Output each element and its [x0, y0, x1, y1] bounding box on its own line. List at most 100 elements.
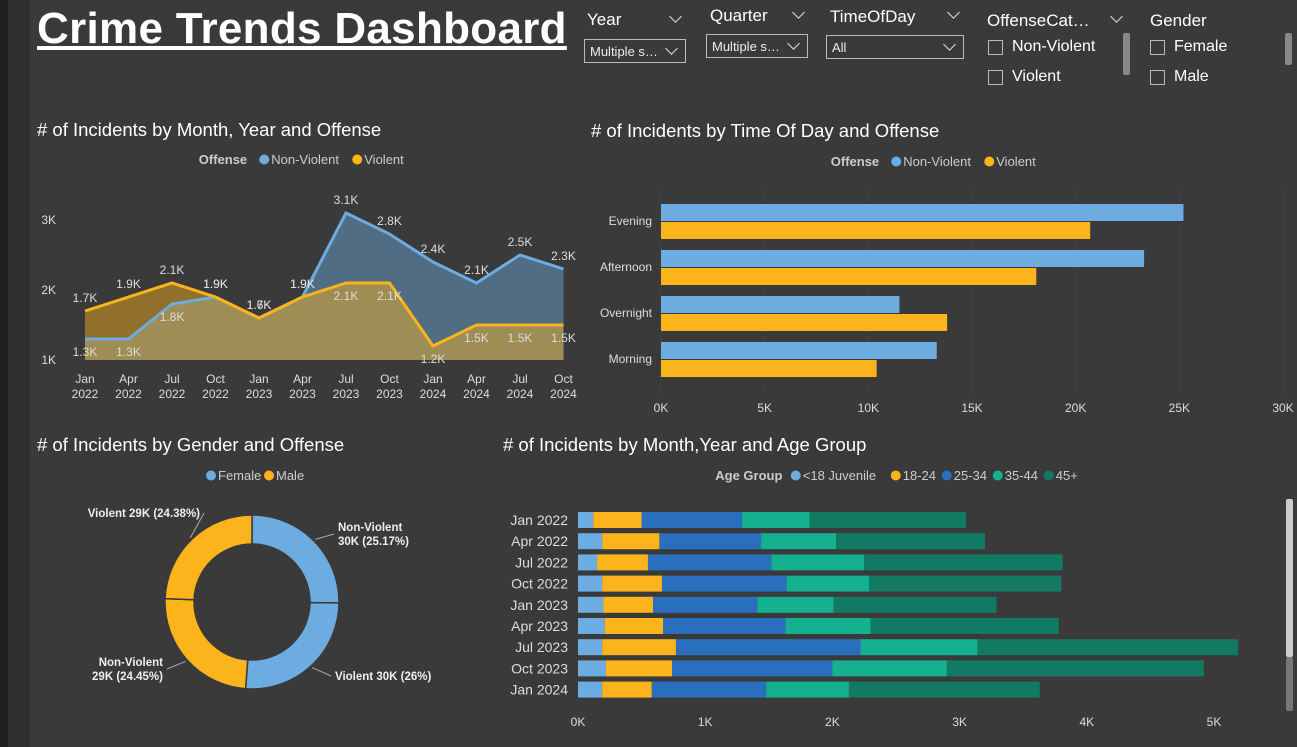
x-tick-label: 2024 — [507, 387, 534, 401]
x-tick-label: 2022 — [202, 387, 229, 401]
stacked-bar-segment — [870, 618, 1059, 634]
legend-label: Male — [276, 468, 304, 483]
x-tick-label: 2023 — [333, 387, 360, 401]
legend-label: 45+ — [1056, 468, 1078, 483]
legend-label: 25-34 — [954, 468, 987, 483]
bar-chart-timeofday-offense: Offense Non-Violent Violent 0K 5K 10K 15K 20K 25… — [600, 154, 1294, 415]
bar-violent — [661, 268, 1037, 285]
age-chart-scroll-track[interactable] — [1286, 657, 1293, 711]
slicer-offensecat-label: OffenseCat… — [987, 11, 1090, 30]
stacked-bar-segment — [605, 660, 673, 677]
data-label: 1.6K — [247, 298, 272, 312]
stacked-bar-segment — [602, 533, 660, 550]
data-label: 1.2K — [421, 352, 446, 366]
donut-slice — [244, 601, 340, 690]
slicer-timeofday-label: TimeOfDay — [830, 7, 916, 26]
slice-label: Non-Violent — [99, 657, 163, 669]
data-label: 2.1K — [334, 289, 359, 303]
gender-scrollbar[interactable] — [1285, 33, 1292, 65]
x-tick-label: Apr — [293, 372, 312, 386]
legend-title: Offense — [831, 154, 879, 169]
y-tick-label: Apr 2023 — [511, 618, 568, 634]
x-tick-label: 2K — [825, 715, 840, 729]
stacked-bar-segment — [593, 512, 642, 528]
checkbox-nonviolent[interactable] — [988, 40, 1003, 55]
data-label: 1.5K — [464, 331, 489, 345]
bar-nonviolent — [661, 342, 937, 359]
data-label: 1.5K — [551, 331, 576, 345]
bar-violent — [661, 360, 877, 377]
chevron-down-icon — [665, 42, 678, 55]
x-tick-label: Jan — [423, 372, 442, 386]
chart3-title: # of Incidents by Gender and Offense — [37, 434, 345, 455]
x-tick-label: 2023 — [289, 387, 316, 401]
chart4-title: # of Incidents by Month,Year and Age Gro… — [503, 434, 867, 455]
legend-label: Female — [218, 468, 261, 483]
x-tick-label: Apr — [467, 372, 486, 386]
checkbox-female[interactable] — [1150, 40, 1165, 55]
year-dropdown[interactable]: Multiple s… — [584, 39, 686, 63]
area-chart-month-offense: Offense Non-Violent Violent 1K 2K 3K 1.3K 1.3K 1… — [41, 152, 577, 401]
left-panel-strip — [8, 0, 30, 747]
timeofday-dropdown-value: All — [832, 40, 847, 55]
legend-marker — [992, 470, 1003, 481]
checkbox-nonviolent-label: Non-Violent — [1012, 38, 1096, 55]
data-label: 1.8K — [160, 310, 185, 324]
bar-violent — [661, 314, 948, 331]
slice-label: Violent 29K (24.38%) — [88, 508, 200, 520]
x-tick-label: 5K — [1207, 715, 1222, 729]
slice-label: Violent 30K (26%) — [335, 671, 431, 683]
legend-marker — [790, 470, 801, 481]
stacked-bar-segment — [597, 554, 648, 571]
x-tick-label: Oct — [380, 372, 399, 386]
stacked-bar-segment — [578, 639, 603, 656]
data-label: 2.1K — [464, 263, 489, 277]
x-tick-label: 2024 — [463, 387, 490, 401]
legend-title: Age Group — [715, 468, 782, 483]
bar-nonviolent — [661, 296, 900, 313]
stacked-bar-segment — [832, 660, 947, 677]
stacked-bar-segment — [661, 575, 787, 592]
checkbox-female-label: Female — [1174, 38, 1228, 55]
data-label: 2.8K — [377, 214, 402, 228]
donut-chart-gender-offense: Female Male Non-Violent 30K (25.17%) Violent… — [88, 468, 431, 690]
x-tick-label: Jul — [164, 372, 179, 386]
stacked-bar-segment — [602, 575, 662, 592]
x-tick-label: 2023 — [246, 387, 273, 401]
legend-label: 18-24 — [903, 468, 936, 483]
x-tick-label: Jan — [249, 372, 268, 386]
stacked-bar-segment — [602, 681, 652, 698]
stacked-bar-segment — [757, 596, 834, 613]
chevron-down-icon — [943, 38, 956, 51]
legend-marker — [890, 470, 901, 481]
y-tick-label: Overnight — [600, 306, 653, 320]
chart1-title: # of Incidents by Month, Year and Offens… — [37, 119, 382, 140]
legend-label: Violent — [364, 152, 404, 167]
x-tick-label: 5K — [757, 401, 772, 415]
stacked-bar-segment — [977, 639, 1239, 656]
stacked-bar-segment — [663, 618, 786, 634]
timeofday-dropdown[interactable]: All — [826, 35, 964, 59]
x-tick-label: 2024 — [420, 387, 447, 401]
stacked-bar-segment — [647, 554, 772, 571]
bar-violent — [661, 222, 1091, 239]
stacked-bar-segment — [602, 639, 676, 656]
stacked-bar-segment — [578, 554, 598, 571]
page-title: Crime Trends Dashboard — [37, 4, 567, 53]
data-label: 1.7K — [73, 291, 98, 305]
checkbox-violent[interactable] — [988, 70, 1003, 85]
stacked-bar-segment — [659, 533, 762, 550]
age-chart-scrollbar[interactable] — [1286, 499, 1293, 657]
offensecat-scrollbar[interactable] — [1123, 33, 1130, 75]
y-tick-label: Jan 2023 — [510, 597, 568, 613]
checkbox-male[interactable] — [1150, 70, 1165, 85]
x-tick-label: 30K — [1272, 401, 1293, 415]
legend-label: <18 Juvenile — [803, 468, 876, 483]
leader-line — [315, 533, 335, 540]
legend-marker — [259, 154, 270, 165]
quarter-dropdown[interactable]: Multiple s… — [706, 34, 808, 58]
stacked-bar-segment — [771, 554, 865, 571]
x-tick-label: 2023 — [376, 387, 403, 401]
legend-label: Violent — [996, 154, 1036, 169]
legend-label: Non-Violent — [271, 152, 339, 167]
